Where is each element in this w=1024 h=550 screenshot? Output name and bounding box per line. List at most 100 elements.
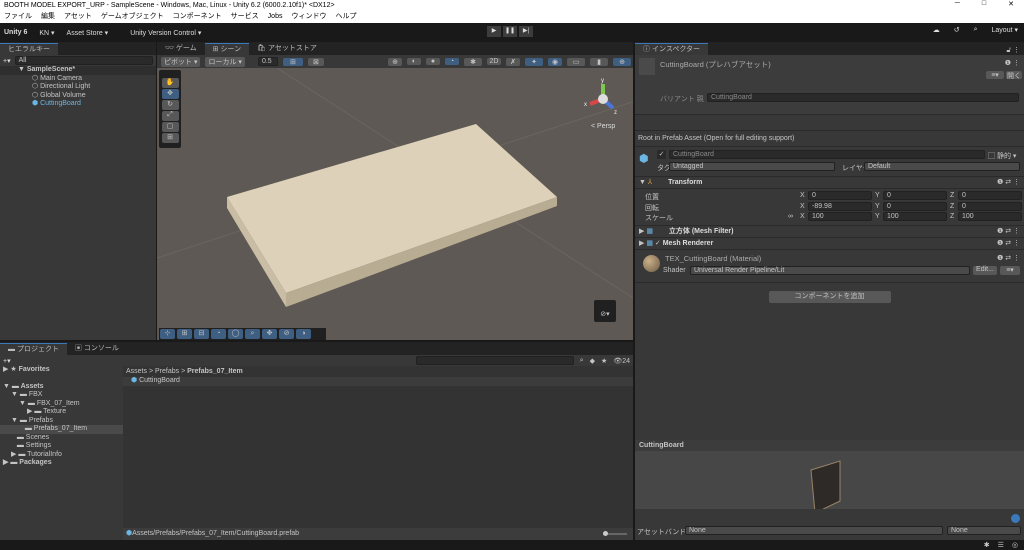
effects-icon[interactable]: ✦ [525, 57, 543, 66]
gizmos-icon[interactable]: ⊕ [613, 57, 631, 66]
toggle-2d-button[interactable]: 2D [487, 58, 501, 65]
version-control-dropdown[interactable]: Unity Version Control ▾ [130, 29, 201, 37]
maximize-button[interactable]: □ [982, 0, 986, 11]
overrides-dropdown[interactable]: ≡▾ [986, 71, 1004, 79]
hidden-count[interactable]: 👁︎24 [613, 357, 630, 365]
overlay-tool-icon[interactable]: ✥ [262, 329, 277, 339]
edit-shader-button[interactable]: Edit... [973, 265, 997, 275]
camera-overlay[interactable]: ⊘▾ [594, 300, 616, 322]
project-folder[interactable]: ▶ ▬ Texture [0, 408, 123, 417]
project-folder[interactable]: ▼ ▬ FBX [0, 391, 123, 400]
asset-item-cuttingboard[interactable]: ⬢ CuttingBoard [123, 377, 633, 386]
rotate-tool-icon[interactable]: ↻ [161, 100, 179, 110]
hand-tool-icon[interactable]: ✋ [161, 78, 179, 88]
hierarchy-item[interactable]: ⬡ Global Volume [0, 92, 156, 101]
cloud-icon[interactable]: ☁ [933, 26, 940, 34]
debug-icon[interactable]: ✱ [984, 541, 990, 549]
transform-x-input[interactable]: 100 [808, 212, 872, 221]
transform-z-input[interactable]: 0 [958, 201, 1022, 211]
tab-project[interactable]: ▬ プロジェクト [0, 343, 67, 355]
overlay-tool-icon[interactable]: ◯ [228, 329, 243, 339]
step-button[interactable]: ▶| [519, 26, 533, 37]
project-folder[interactable]: ▼ ▬ FBX_07_Item [0, 400, 123, 409]
menu-item[interactable]: アセット [64, 11, 92, 23]
tab-asset-store[interactable]: 🛍︎ アセットストア [249, 43, 325, 55]
favorite-star-icon[interactable]: ★ [601, 357, 607, 365]
pause-button[interactable]: ❚❚ [503, 26, 517, 37]
create-button[interactable]: +▾ [3, 357, 11, 365]
tab-inspector[interactable]: ⓘ インスペクター [635, 43, 709, 55]
increment-snap-icon[interactable]: ⊠ [307, 57, 324, 66]
camera-icon[interactable]: ▮ [590, 57, 608, 66]
search-by-type-icon[interactable]: ⌕ [580, 357, 584, 365]
project-folder[interactable]: ▬ Scenes [0, 434, 123, 443]
progress-icon[interactable]: ☰ [998, 541, 1004, 549]
move-tool-icon[interactable]: ✥ [161, 89, 179, 99]
layer-dropdown[interactable]: Default [864, 162, 1020, 171]
overlay-tool-icon[interactable]: ⊘ [279, 329, 294, 339]
shaded-wire-icon[interactable]: ◐ [407, 58, 421, 65]
menu-item[interactable]: 編集 [41, 11, 55, 23]
lock-icon[interactable]: 🔓︎ ⋮ [1007, 46, 1024, 55]
tab-console[interactable]: ▣ コンソール [67, 343, 127, 355]
menu-item[interactable]: ファイル [4, 11, 32, 23]
hierarchy-search-input[interactable]: All [14, 56, 153, 65]
overlay-tool-icon[interactable]: ⊹ [160, 329, 175, 339]
visibility-icon[interactable]: ◉ [548, 57, 562, 66]
lighting-toggle-icon[interactable]: ✗ [506, 57, 520, 66]
snap-value-input[interactable]: 0.5 [257, 57, 278, 66]
transform-y-input[interactable]: 100 [883, 212, 947, 221]
transform-tool-icon[interactable]: ⊞ [161, 133, 179, 143]
open-prefab-button[interactable]: 開く [1006, 71, 1022, 80]
overlay-tool-icon[interactable]: ⌕ [245, 329, 260, 339]
wireframe-icon[interactable]: ⊕ [388, 57, 402, 66]
menu-item[interactable]: コンポーネント [173, 11, 222, 23]
shader-dropdown[interactable]: Universal Render Pipeline/Lit [690, 265, 970, 275]
tab-scene[interactable]: ⊞ シーン [204, 43, 250, 55]
local-dropdown[interactable]: ローカル ▾ [205, 56, 245, 67]
transform-x-input[interactable]: -89.98 [808, 201, 872, 211]
status-check-icon[interactable]: ◎ [1012, 541, 1018, 549]
scene-viewport[interactable]: y x z < Persp [157, 68, 633, 340]
transform-z-input[interactable]: 100 [958, 212, 1022, 221]
help-icon[interactable]: ❶ ⋮ [1005, 59, 1020, 67]
scene-row[interactable]: ▼ SampleScene* [0, 66, 156, 75]
label-tag-icon[interactable] [1011, 514, 1020, 523]
menu-item[interactable]: サービス [231, 11, 259, 23]
mesh-renderer-header[interactable]: ▶ ▦ ✓ Mesh Renderer ❶ ⇄ ⋮ [635, 238, 1024, 250]
layout-dropdown[interactable]: Layout ▾ [992, 26, 1018, 34]
unity-logo-label[interactable]: Unity 6 [4, 29, 27, 36]
project-folder[interactable]: ▬ Settings [0, 442, 123, 451]
breadcrumb-item[interactable]: Assets [126, 368, 147, 375]
add-component-button[interactable]: コンポーネントを追加 [768, 290, 891, 303]
add-button[interactable]: +▾ [3, 57, 11, 65]
transform-header[interactable]: ▼ ⅄ Transform ❶ ⇄ ⋮ [635, 177, 1024, 189]
asset-store-dropdown[interactable]: Asset Store ▾ [67, 29, 109, 37]
preview-header[interactable]: CuttingBoard [635, 440, 1024, 451]
history-icon[interactable]: ↺ [954, 26, 960, 34]
breadcrumb-item[interactable]: Prefabs [155, 368, 179, 375]
preview-area[interactable] [635, 451, 1024, 514]
filter-label-icon[interactable]: ◆ [590, 357, 595, 365]
project-folder[interactable]: ▼ ▬ Assets [0, 383, 123, 392]
search-icon[interactable]: ⌕ [974, 26, 978, 34]
project-search-input[interactable] [415, 356, 574, 365]
hierarchy-item[interactable]: ⬡ Main Camera [0, 75, 156, 84]
draw-mode-icon[interactable]: ▭ [567, 57, 585, 66]
overlay-tool-icon[interactable]: ⊟ [194, 329, 209, 339]
shaded-icon[interactable]: ● [426, 58, 440, 65]
static-toggle[interactable]: ▢ 静的 ▾ [988, 151, 1016, 161]
overlay-tool-icon[interactable]: ⊞ [177, 329, 192, 339]
menu-item[interactable]: ゲームオブジェクト [101, 11, 164, 23]
icon-size-slider[interactable] [603, 531, 627, 536]
transform-z-input[interactable]: 0 [958, 191, 1022, 200]
menu-item[interactable]: ヘルプ [335, 11, 356, 23]
overlay-tool-icon[interactable]: ◑ [296, 329, 311, 339]
minimize-button[interactable]: ─ [955, 0, 960, 11]
grid-snap-icon[interactable]: ⊞ [282, 57, 303, 66]
asset-bundle-dropdown[interactable]: None [685, 526, 943, 535]
project-folder[interactable]: ▬ Prefabs_07_Item [0, 425, 123, 434]
debug-draw-icon[interactable]: ✱ [464, 57, 482, 66]
component-menu-icon[interactable]: ❶ ⇄ ⋮ [997, 177, 1024, 189]
tag-dropdown[interactable]: Untagged [669, 162, 835, 171]
